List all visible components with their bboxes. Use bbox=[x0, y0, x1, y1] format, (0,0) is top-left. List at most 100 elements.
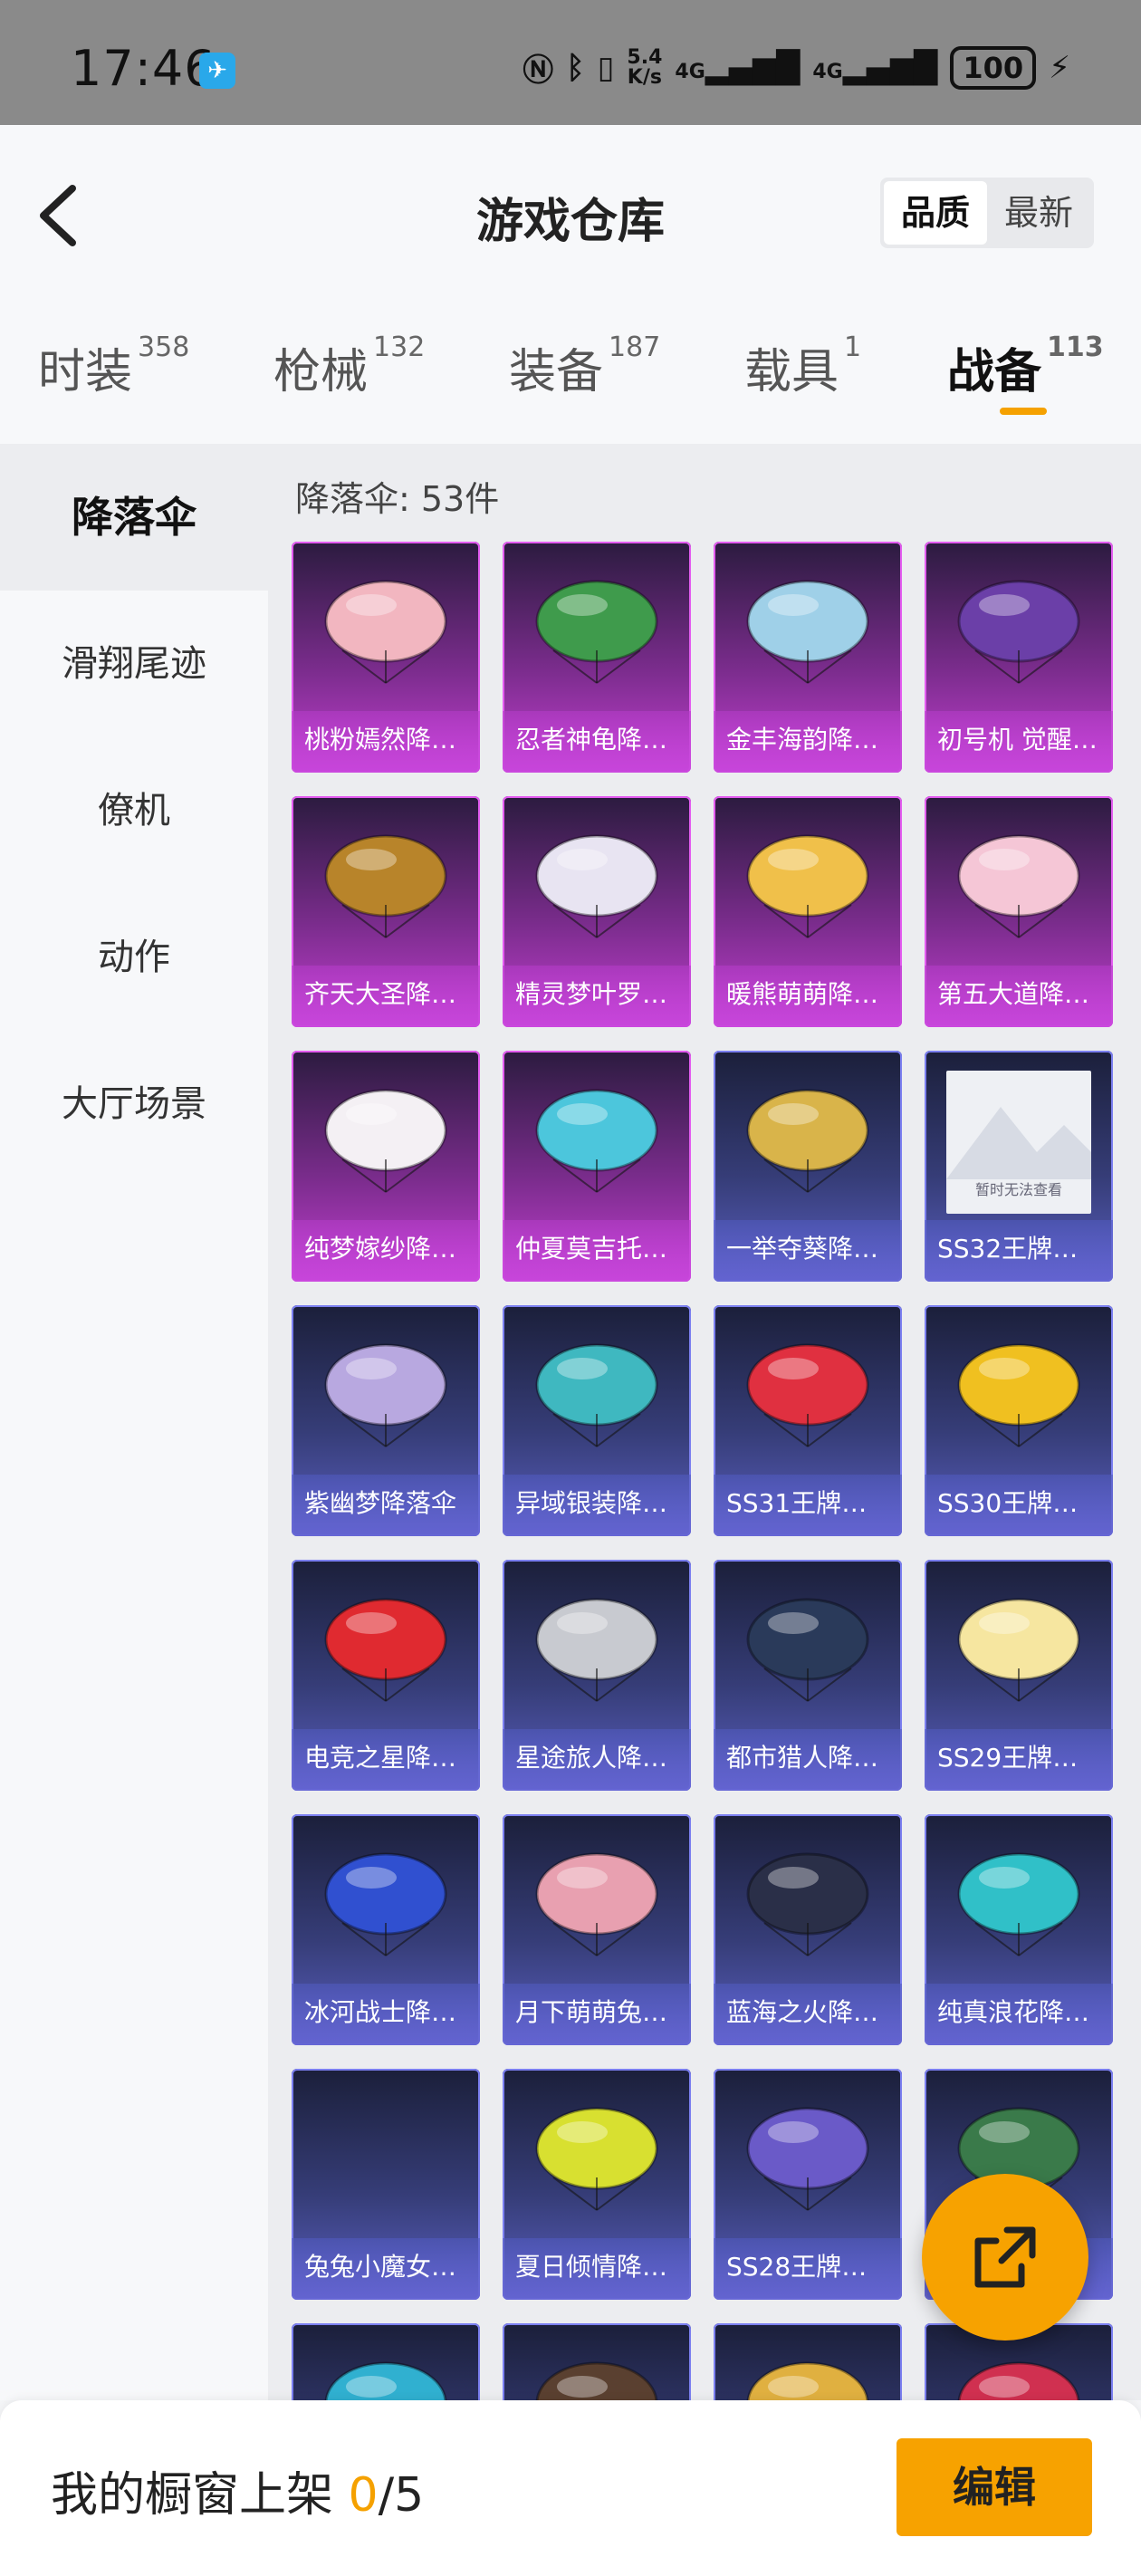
app-notification-icon: ✈ bbox=[199, 53, 235, 89]
item-card[interactable]: 齐天大圣降… bbox=[292, 796, 480, 1027]
item-name: 冰河战士降… bbox=[292, 1984, 480, 2045]
parachute-icon bbox=[746, 1852, 869, 1956]
sidebar: 降落伞 滑翔尾迹 僚机 动作 大厅场景 bbox=[0, 444, 268, 2400]
edit-button[interactable]: 编辑 bbox=[896, 2438, 1092, 2536]
item-name: 纯真浪花降… bbox=[925, 1984, 1113, 2045]
vibrate-icon: ▯ bbox=[597, 49, 615, 86]
item-card[interactable]: 兔兔小魔女… bbox=[292, 2069, 480, 2300]
item-card[interactable]: 都市猎人降… bbox=[714, 1560, 902, 1791]
parachute-icon bbox=[746, 1343, 869, 1447]
placeholder-text: 暂时无法查看 bbox=[974, 1181, 1062, 1198]
item-card[interactable]: SS31王牌降… bbox=[714, 1305, 902, 1536]
item-card[interactable]: 冰河战士降… bbox=[292, 1814, 480, 2045]
nfc-icon: Ⓝ bbox=[523, 53, 554, 89]
parachute-icon bbox=[746, 1089, 869, 1193]
item-card[interactable]: 忍者神龟降… bbox=[503, 542, 691, 773]
item-card[interactable] bbox=[714, 2323, 902, 2400]
item-name: 月下萌萌兔… bbox=[503, 1984, 691, 2045]
sort-option-latest[interactable]: 最新 bbox=[987, 181, 1090, 245]
tab-weapons[interactable]: 枪械 132 bbox=[273, 332, 426, 401]
parachute-icon bbox=[957, 580, 1080, 684]
item-name: 夏日倾情降… bbox=[503, 2238, 691, 2300]
sidebar-item-wingman[interactable]: 僚机 bbox=[0, 737, 268, 884]
parachute-icon bbox=[324, 834, 447, 938]
tab-label: 时装 bbox=[38, 345, 133, 399]
item-card[interactable]: 第五大道降… bbox=[925, 796, 1113, 1027]
parachute-icon bbox=[535, 1343, 658, 1447]
item-content: 降落伞: 53件 桃粉嫣然降… 忍者神龟降… 金丰海韵降… 初号机 觉醒… 齐天大圣降…… bbox=[268, 444, 1141, 2400]
tab-count: 113 bbox=[1047, 332, 1104, 363]
shelf-total-count: /5 bbox=[378, 2468, 425, 2523]
tab-count: 1 bbox=[844, 332, 862, 363]
sidebar-item-glide-trail[interactable]: 滑翔尾迹 bbox=[0, 591, 268, 737]
parachute-icon bbox=[324, 2361, 447, 2400]
item-card[interactable]: 异域银装降… bbox=[503, 1305, 691, 1536]
item-card[interactable]: 一举夺葵降… bbox=[714, 1051, 902, 1282]
sidebar-item-lobby-scene[interactable]: 大厅场景 bbox=[0, 1031, 268, 1177]
item-name: SS32王牌降… bbox=[925, 1220, 1113, 1282]
item-card[interactable]: 星途旅人降… bbox=[503, 1560, 691, 1791]
tab-vehicles[interactable]: 载具 1 bbox=[744, 332, 862, 401]
signal2-icon: 4G▂▄▆█ bbox=[812, 49, 938, 86]
parachute-icon bbox=[746, 2361, 869, 2400]
item-card[interactable]: 金丰海韵降… bbox=[714, 542, 902, 773]
item-name: SS29王牌降… bbox=[925, 1729, 1113, 1791]
item-card[interactable]: SS29王牌降… bbox=[925, 1560, 1113, 1791]
parachute-icon bbox=[324, 1343, 447, 1447]
parachute-icon bbox=[957, 1598, 1080, 1702]
parachute-icon bbox=[324, 580, 447, 684]
item-name: 忍者神龟降… bbox=[503, 711, 691, 773]
status-indicators: Ⓝ ᛒ ▯ 5.4 K/s 4G▂▄▆█ 4G▂▄▆█ 100 ⚡ bbox=[523, 45, 1070, 90]
item-card[interactable]: SS30王牌降… bbox=[925, 1305, 1113, 1536]
item-card[interactable]: 精灵梦叶罗… bbox=[503, 796, 691, 1027]
item-card[interactable]: 蓝海之火降… bbox=[714, 1814, 902, 2045]
item-name: 齐天大圣降… bbox=[292, 966, 480, 1027]
parachute-icon bbox=[957, 1852, 1080, 1956]
parachute-icon bbox=[957, 1343, 1080, 1447]
parachute-icon bbox=[957, 2361, 1080, 2400]
tab-equipment[interactable]: 装备 187 bbox=[509, 332, 661, 401]
item-card[interactable]: 暂时无法查看 SS32王牌降… bbox=[925, 1051, 1113, 1282]
item-name: 异域银装降… bbox=[503, 1475, 691, 1536]
item-card[interactable] bbox=[503, 2323, 691, 2400]
tab-label: 载具 bbox=[744, 345, 839, 399]
image-placeholder: 暂时无法查看 bbox=[946, 1071, 1091, 1214]
share-button[interactable] bbox=[922, 2174, 1088, 2341]
item-card[interactable]: 暖熊萌萌降… bbox=[714, 796, 902, 1027]
parachute-icon bbox=[324, 1852, 447, 1956]
parachute-icon bbox=[324, 1089, 447, 1193]
item-name: 初号机 觉醒… bbox=[925, 711, 1113, 773]
item-card[interactable]: 仲夏莫吉托… bbox=[503, 1051, 691, 1282]
item-card[interactable]: 月下萌萌兔… bbox=[503, 1814, 691, 2045]
item-count-label: 降落伞: 53件 bbox=[295, 479, 500, 519]
item-card[interactable]: 纯真浪花降… bbox=[925, 1814, 1113, 2045]
item-name: 星途旅人降… bbox=[503, 1729, 691, 1791]
parachute-icon bbox=[746, 1598, 869, 1702]
item-card[interactable]: 夏日倾情降… bbox=[503, 2069, 691, 2300]
sort-option-quality[interactable]: 品质 bbox=[884, 181, 987, 245]
item-card[interactable]: SS28王牌降… bbox=[714, 2069, 902, 2300]
item-card[interactable]: 初号机 觉醒… bbox=[925, 542, 1113, 773]
sidebar-item-parachute[interactable]: 降落伞 bbox=[0, 444, 268, 591]
item-grid: 桃粉嫣然降… 忍者神龟降… 金丰海韵降… 初号机 觉醒… 齐天大圣降… 精灵梦叶罗… 暖熊萌… bbox=[292, 542, 1113, 2400]
item-card[interactable] bbox=[292, 2323, 480, 2400]
item-name: SS28王牌降… bbox=[714, 2238, 902, 2300]
parachute-icon bbox=[746, 834, 869, 938]
bottom-bar: 我的橱窗上架 0/5 编辑 bbox=[0, 2400, 1141, 2576]
tab-fashion[interactable]: 时装 358 bbox=[38, 332, 189, 401]
item-card[interactable]: 电竞之星降… bbox=[292, 1560, 480, 1791]
sidebar-item-emote[interactable]: 动作 bbox=[0, 884, 268, 1031]
item-name: 蓝海之火降… bbox=[714, 1984, 902, 2045]
tab-count: 187 bbox=[609, 332, 661, 363]
item-card[interactable]: 紫幽梦降落伞 bbox=[292, 1305, 480, 1536]
shelf-current-count: 0 bbox=[348, 2468, 379, 2523]
parachute-icon bbox=[535, 1089, 658, 1193]
tab-count: 132 bbox=[373, 332, 426, 363]
parachute-icon bbox=[535, 2361, 658, 2400]
item-name: SS31王牌降… bbox=[714, 1475, 902, 1536]
item-name: 精灵梦叶罗… bbox=[503, 966, 691, 1027]
item-card[interactable]: 桃粉嫣然降… bbox=[292, 542, 480, 773]
shelf-label-text: 我的橱窗上架 bbox=[51, 2468, 334, 2523]
tab-battle-gear[interactable]: 战备 113 bbox=[947, 332, 1104, 401]
item-card[interactable]: 纯梦嫁纱降… bbox=[292, 1051, 480, 1282]
